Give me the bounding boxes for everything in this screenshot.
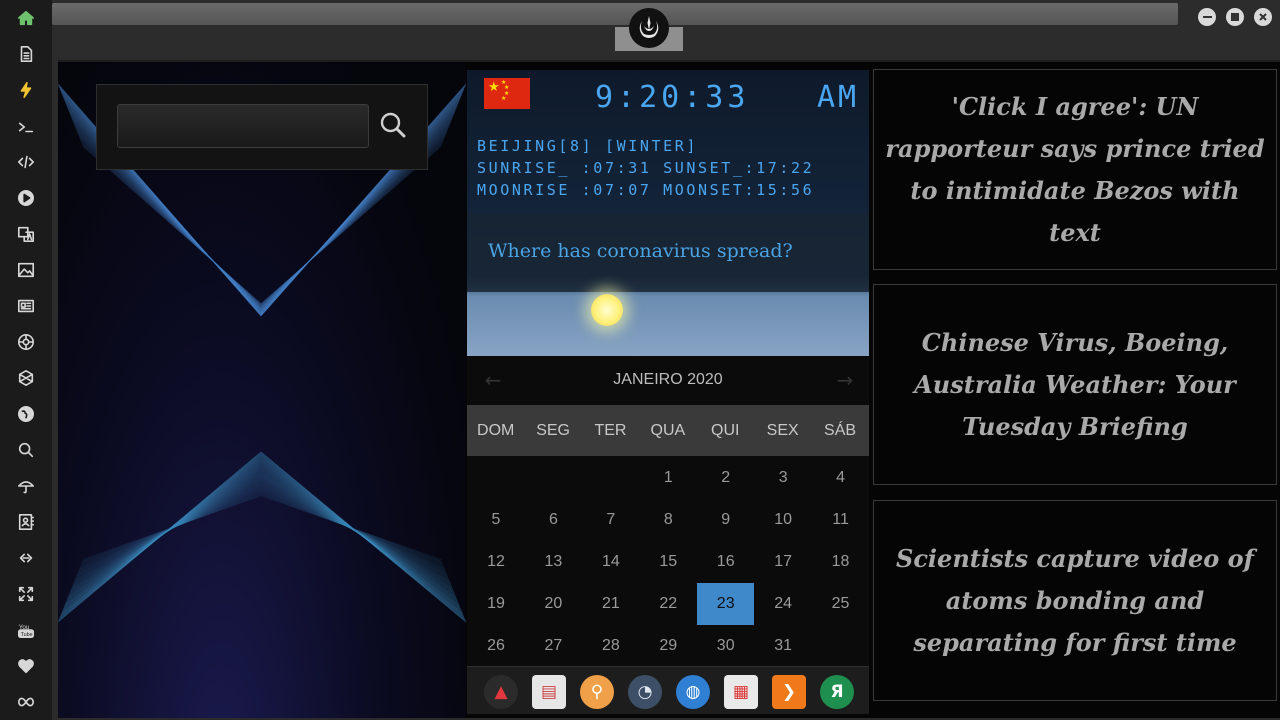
- calendar-day[interactable]: 2: [697, 457, 754, 499]
- contacts-icon[interactable]: [14, 510, 38, 534]
- news-title: Scientists capture video of atoms bondin…: [895, 543, 1254, 657]
- sunrise-sunset: SUNRISE_ :07:31 SUNSET_:17:22: [477, 159, 815, 177]
- search-button[interactable]: [375, 105, 411, 145]
- image-icon[interactable]: [14, 258, 38, 282]
- empire-icon[interactable]: [14, 330, 38, 354]
- calendar-day[interactable]: 27: [525, 625, 582, 667]
- calendar-day[interactable]: 8: [640, 499, 697, 541]
- vivaldi-app-icon[interactable]: ▲: [484, 675, 518, 709]
- translate-icon[interactable]: [14, 222, 38, 246]
- clock-ampm: AM: [817, 80, 860, 115]
- news-card[interactable]: 'Click I agree': UN rapporteur says prin…: [873, 69, 1277, 270]
- weekday-label: SEG: [536, 422, 570, 439]
- calendar-day[interactable]: 28: [582, 625, 639, 667]
- newspaper-icon[interactable]: [14, 294, 38, 318]
- headline-link[interactable]: Where has coronavirus spread?: [488, 240, 793, 262]
- calendar-day[interactable]: 4: [812, 457, 869, 499]
- heart-icon[interactable]: [14, 654, 38, 678]
- link-icon[interactable]: [14, 546, 38, 570]
- calendar-day[interactable]: 11: [812, 499, 869, 541]
- china-flag-icon: ★ ★ ★ ★ ★: [484, 78, 530, 109]
- arrow-app-icon[interactable]: ❯: [772, 675, 806, 709]
- clock-app-icon[interactable]: ◔: [628, 675, 662, 709]
- weekday-header: DOM SEG TER QUA QUI SEX SÁB: [467, 405, 869, 456]
- calendar-day[interactable]: 20: [525, 583, 582, 625]
- calendar-day-today[interactable]: 23: [697, 583, 755, 625]
- document-icon[interactable]: [14, 42, 38, 66]
- expand-icon[interactable]: [14, 582, 38, 606]
- calendar-day[interactable]: 22: [640, 583, 697, 625]
- svg-text:Tube: Tube: [21, 632, 33, 638]
- code-icon[interactable]: [14, 150, 38, 174]
- calendar-day[interactable]: 9: [697, 499, 754, 541]
- close-button[interactable]: [1254, 8, 1272, 26]
- calendar-day[interactable]: 24: [755, 583, 812, 625]
- search-panel: [96, 84, 428, 170]
- umbrella-icon[interactable]: [14, 474, 38, 498]
- search-icon[interactable]: [14, 438, 38, 462]
- calendar-day[interactable]: 5: [468, 499, 525, 541]
- calendar-day[interactable]: 25: [812, 583, 869, 625]
- calendar-day[interactable]: 13: [525, 541, 582, 583]
- news-app-icon[interactable]: ▤: [532, 675, 566, 709]
- calendar-day[interactable]: 7: [582, 499, 639, 541]
- search-icon: [380, 112, 406, 138]
- calendar-day[interactable]: 18: [812, 541, 869, 583]
- infinity-icon[interactable]: [14, 690, 38, 714]
- yandex-app-icon[interactable]: Я: [820, 675, 854, 709]
- location-season: BEIJING[8] [WINTER]: [477, 137, 698, 155]
- calendar-day[interactable]: 16: [697, 541, 754, 583]
- sidebar: You Tube: [0, 0, 52, 720]
- app-dock: ▲ ▤ ⚲ ◔ ◍ ▦ ❯ Я: [467, 666, 869, 714]
- weekday-label: SEX: [766, 422, 799, 439]
- search-app-icon[interactable]: ⚲: [580, 675, 614, 709]
- bolt-icon[interactable]: [14, 78, 38, 102]
- calendar-day[interactable]: 3: [755, 457, 812, 499]
- terminal-icon[interactable]: [14, 115, 38, 139]
- calendar-day[interactable]: 17: [755, 541, 812, 583]
- clock-time: 9:20:33: [595, 80, 750, 115]
- address-bar[interactable]: [52, 3, 1178, 25]
- weekday-label: TER: [594, 422, 627, 439]
- minimize-button[interactable]: [1198, 8, 1216, 26]
- weekday-label: QUA: [650, 422, 686, 439]
- calendar-day[interactable]: 6: [525, 499, 582, 541]
- youtube-icon[interactable]: You Tube: [14, 618, 38, 642]
- home-icon[interactable]: [14, 6, 38, 30]
- calendar-day[interactable]: 21: [582, 583, 639, 625]
- weekday-label: QUI: [711, 422, 740, 439]
- hexagon-icon[interactable]: [14, 366, 38, 390]
- calendar-day[interactable]: 29: [640, 625, 697, 667]
- moonrise-moonset: MOONRISE :07:07 MOONSET:15:56: [477, 181, 815, 199]
- calendar-month: JANEIRO 2020: [613, 371, 723, 388]
- calendar-day[interactable]: 10: [755, 499, 812, 541]
- calendar-day[interactable]: 1: [640, 457, 697, 499]
- maximize-button[interactable]: [1226, 8, 1244, 26]
- calendar-day[interactable]: 12: [468, 541, 525, 583]
- rebel-alliance-icon: [629, 8, 669, 48]
- calendar-day[interactable]: 26: [468, 625, 525, 667]
- arrow-right-icon[interactable]: →: [833, 368, 857, 392]
- calendar-day[interactable]: 30: [697, 625, 754, 667]
- calendar: ← JANEIRO 2020 → DOM SEG TER QUA QUI SEX SÁB 1…: [467, 356, 869, 666]
- world-clock-widget: ★ ★ ★ ★ ★ 9:20:33 AM BEIJING[8] [WINTER]…: [467, 70, 869, 356]
- calendar-day[interactable]: 31: [755, 625, 812, 667]
- weekday-label: DOM: [477, 422, 515, 439]
- top-bar: [52, 0, 1280, 58]
- news-title: 'Click I agree': UN rapporteur says prin…: [885, 91, 1265, 247]
- news-card[interactable]: Scientists capture video of atoms bondin…: [873, 500, 1277, 701]
- calendar-day[interactable]: 19: [468, 583, 525, 625]
- news-title: Chinese Virus, Boeing, Australia Weather…: [914, 327, 1236, 441]
- news-card[interactable]: Chinese Virus, Boeing, Australia Weather…: [873, 284, 1277, 485]
- calendar-header: ← JANEIRO 2020 →: [467, 356, 869, 404]
- calendar-day[interactable]: 15: [640, 541, 697, 583]
- calendar-app-icon[interactable]: ▦: [724, 675, 758, 709]
- globe-icon[interactable]: [14, 402, 38, 426]
- calendar-day[interactable]: 14: [582, 541, 639, 583]
- search-input[interactable]: [117, 104, 369, 148]
- browser-globe-icon[interactable]: ◍: [676, 675, 710, 709]
- moon-icon: [591, 294, 623, 326]
- play-icon[interactable]: [14, 186, 38, 210]
- weekday-label: SÁB: [824, 422, 857, 439]
